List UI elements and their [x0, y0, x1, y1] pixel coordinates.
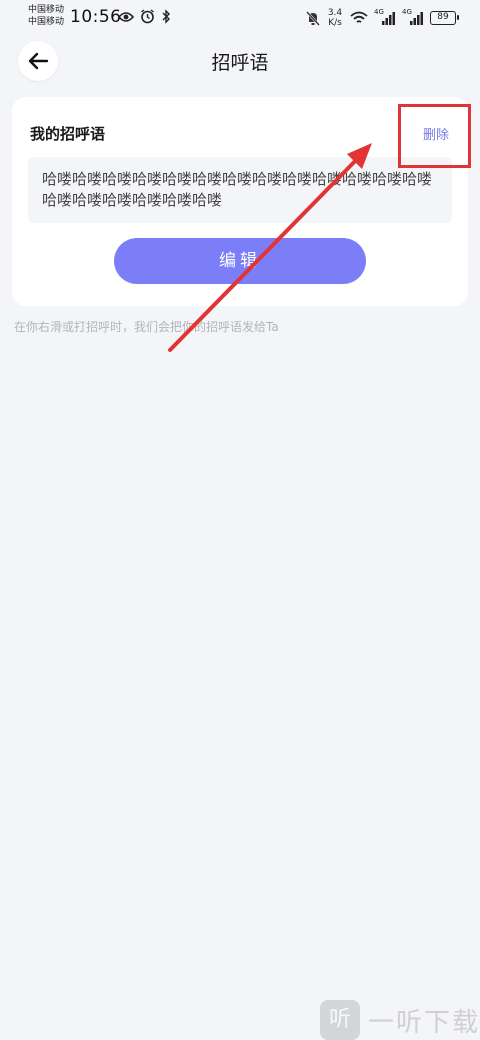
status-left-icons: [118, 9, 171, 24]
wifi-icon: [350, 11, 368, 23]
signal-icon: [382, 12, 395, 25]
carrier-2: 中国移动: [28, 17, 65, 27]
screen: 中国移动 中国移动 10:56 3.4 K/s 4G 4G 89 招呼语 我的招…: [0, 0, 480, 1040]
signal-2: 4G: [402, 8, 424, 26]
annotation-highlight-box: [398, 104, 471, 168]
hint-text: 在你右滑或打招呼时，我们会把你的招呼语发给Ta: [14, 320, 279, 334]
signal-icon: [410, 12, 423, 25]
watermark: 听 一听下载: [320, 1000, 480, 1040]
alarm-icon: [141, 9, 154, 24]
card-title: 我的招呼语: [30, 125, 106, 143]
header: 招呼语: [0, 36, 480, 86]
greeting-text: 哈喽哈喽哈喽哈喽哈喽哈喽哈喽哈喽哈喽哈喽哈喽哈喽哈喽哈喽哈喽哈喽哈喽哈喽哈喽: [28, 157, 452, 223]
page-title: 招呼语: [211, 52, 269, 74]
mute-bell-icon: [306, 10, 320, 26]
watermark-logo: 听: [320, 1000, 360, 1040]
net-speed-value: 3.4: [327, 8, 343, 18]
battery-icon: 89: [430, 11, 459, 25]
net-speed-unit: K/s: [328, 18, 342, 28]
carrier-1: 中国移动: [28, 5, 65, 15]
bluetooth-icon: [162, 9, 170, 24]
watermark-text: 一听下载: [368, 1007, 480, 1038]
clock: 10:56: [70, 7, 122, 27]
carrier-labels: 中国移动 中国移动: [28, 4, 64, 28]
eye-icon: [118, 11, 134, 22]
edit-button[interactable]: 编辑: [114, 238, 366, 284]
net-speed: 3.4 K/s: [326, 8, 344, 28]
status-bar: 中国移动 中国移动 10:56 3.4 K/s 4G 4G 89: [0, 0, 480, 36]
signal-1: 4G: [374, 8, 396, 26]
status-right-icons: 3.4 K/s 4G 4G 89: [306, 8, 459, 28]
